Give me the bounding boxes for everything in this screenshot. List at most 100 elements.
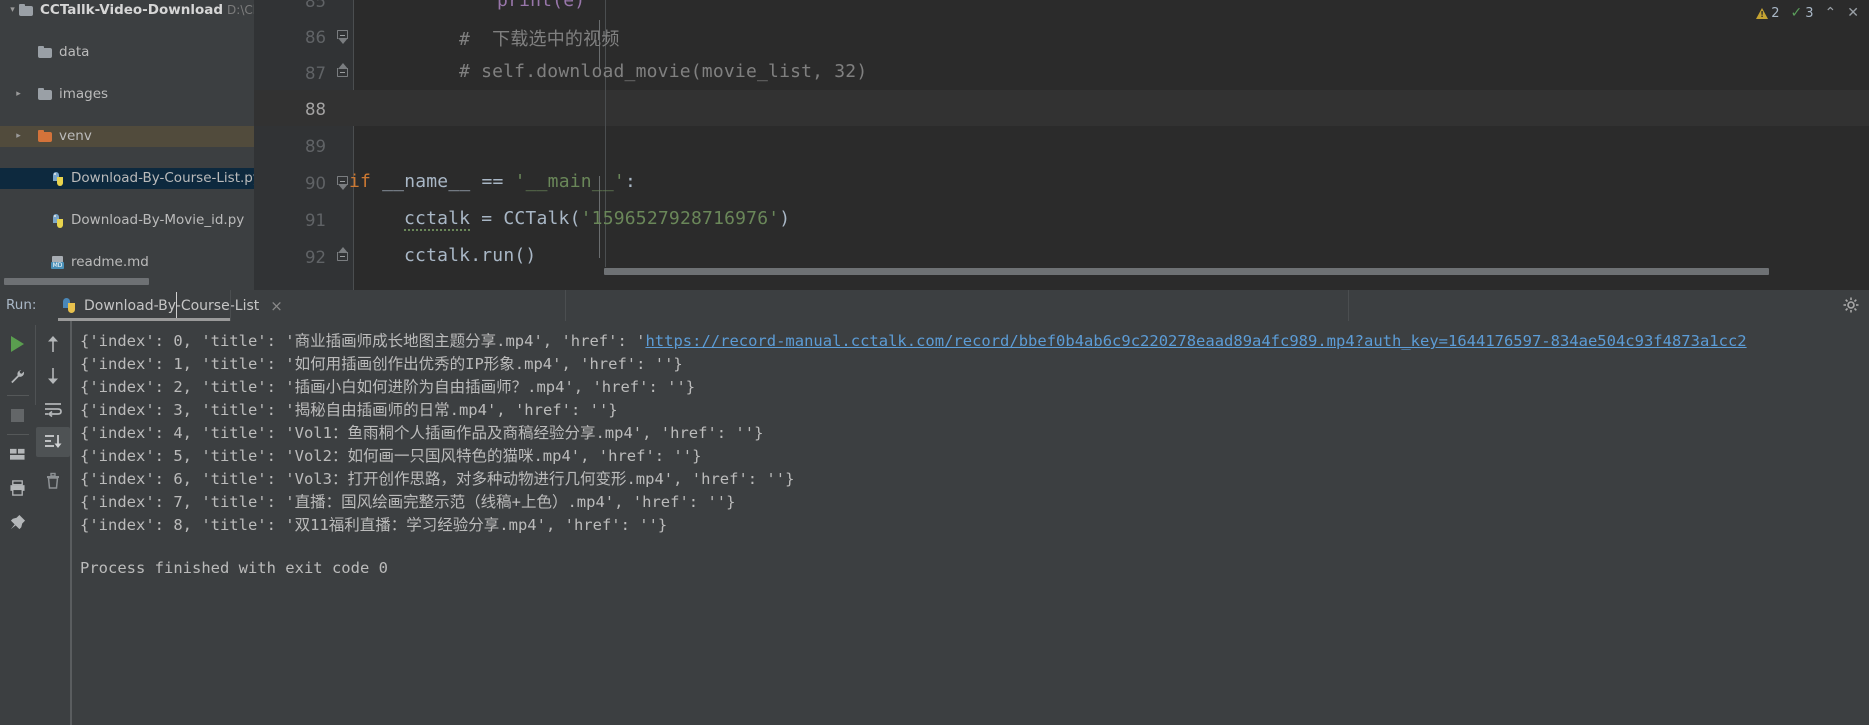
project-tree-hscrollbar[interactable] — [4, 278, 149, 285]
console-line-0[interactable]: {'index': 0, 'title': '商业插画师成长地图主题分享.mp4… — [80, 329, 1747, 351]
console-link[interactable]: https://record-manual.cctalk.com/record/… — [645, 332, 1746, 350]
console-line-text: {'index': 0, 'title': '商业插画师成长地图主题分享.mp4… — [80, 332, 646, 350]
close-icon[interactable]: × — [270, 297, 283, 315]
code-line-87[interactable]: # self.download_movie(movie_list, 32) — [459, 61, 867, 82]
folder-icon — [38, 88, 54, 101]
line-number: 85 — [305, 0, 326, 11]
run-toolbar-column-left[interactable] — [0, 321, 36, 537]
python-file-icon — [50, 171, 66, 186]
toolbar-separator — [7, 395, 29, 396]
tree-item-project-root[interactable]: ▾ CCTallk-Video-Download D:\Cha — [0, 0, 254, 21]
console-line-process-finished[interactable]: Process finished with exit code 0 — [80, 559, 388, 577]
python-file-icon — [50, 213, 66, 228]
tree-item-path: D:\Cha — [227, 3, 254, 17]
chevron-up-icon[interactable]: ⌃ — [1825, 5, 1837, 21]
line-number-current: 88 — [305, 100, 326, 119]
gear-icon[interactable] — [1842, 296, 1860, 314]
console-line-1[interactable]: {'index': 1, 'title': '如何用插画创作出优秀的IP形象.m… — [80, 352, 683, 374]
fold-marker[interactable] — [336, 30, 350, 44]
tree-item-label: data — [59, 44, 90, 60]
up-stack-button[interactable] — [36, 329, 70, 359]
code-line-91[interactable]: cctalk = CCTalk('1596527928716976') — [404, 208, 790, 231]
console-line-8[interactable]: {'index': 8, 'title': '双11福利直播：学习经验分享.mp… — [80, 513, 667, 535]
fold-marker[interactable] — [336, 247, 350, 262]
run-tool-window[interactable]: Run: Download-By-Course-List × {'index':… — [0, 290, 1869, 725]
run-toolbar[interactable] — [0, 321, 70, 725]
clear-all-button[interactable] — [36, 465, 70, 495]
layout-button[interactable] — [0, 439, 34, 469]
tree-item-download-by-movie-id[interactable]: Download-By-Movie_id.py — [0, 210, 254, 231]
inspection-warnings[interactable]: 2 — [1756, 5, 1780, 21]
down-stack-button[interactable] — [36, 361, 70, 391]
tree-item-images[interactable]: ▸ images — [0, 84, 254, 105]
code-token-hash: # — [459, 29, 471, 50]
code-line-85[interactable]: print(e) — [497, 0, 585, 11]
run-tool-window-header: Run: Download-By-Course-List × — [0, 290, 1869, 321]
close-icon[interactable]: ✕ — [1847, 5, 1859, 21]
wrench-icon — [10, 369, 24, 383]
play-icon — [10, 336, 24, 352]
run-label: Run: — [6, 297, 37, 313]
tree-item-venv[interactable]: ▸ venv — [0, 126, 254, 147]
console-line-text: {'index': 5, 'title': 'Vol2：如何画一只国风特色的猫咪… — [80, 447, 702, 465]
code-line-86[interactable]: # 下载选中的视频 — [459, 25, 620, 51]
editor-hscrollbar[interactable] — [604, 268, 1769, 275]
fold-marker[interactable] — [336, 63, 350, 78]
tree-item-download-by-course-list[interactable]: Download-By-Course-List.py — [0, 168, 254, 189]
gutter-separator — [353, 0, 354, 290]
fold-marker[interactable] — [336, 176, 350, 190]
inspection-widget[interactable]: 2 ✓ 3 ⌃ ✕ — [1756, 4, 1859, 22]
trash-icon — [47, 472, 59, 489]
header-separator — [230, 290, 231, 321]
chevron-down-icon[interactable]: ▾ — [6, 0, 19, 21]
code-line-90[interactable]: if __name__ == '__main__': — [349, 171, 636, 192]
tree-item-data[interactable]: data — [0, 42, 254, 63]
rerun-button[interactable] — [0, 329, 34, 359]
project-tool-window[interactable]: ▾ CCTallk-Video-Download D:\Cha data ▸ i… — [0, 0, 254, 290]
inspection-warning-count: 2 — [1771, 5, 1780, 21]
chevron-right-icon[interactable]: ▸ — [12, 84, 25, 105]
soft-wrap-button[interactable] — [36, 394, 70, 424]
console-line-7[interactable]: {'index': 7, 'title': '直播：国风绘画完整示范（线稿+上色… — [80, 490, 735, 512]
scroll-to-end-button[interactable] — [36, 427, 70, 457]
layout-icon — [9, 448, 25, 460]
console-line-5[interactable]: {'index': 5, 'title': 'Vol2：如何画一只国风特色的猫咪… — [80, 444, 701, 466]
console-line-text: {'index': 7, 'title': '直播：国风绘画完整示范（线稿+上色… — [80, 493, 736, 511]
tree-item-label: readme.md — [71, 254, 149, 270]
wrap-text-icon — [45, 402, 62, 417]
toolbar-separator — [7, 434, 29, 435]
run-tab-download-by-course-list[interactable]: Download-By-Course-List × — [55, 290, 291, 321]
tab-caret — [176, 292, 177, 318]
chevron-right-icon[interactable]: ▸ — [12, 126, 25, 147]
current-line-highlight — [254, 90, 1869, 126]
code-token-string-main: '__main__' — [514, 171, 625, 192]
inspection-ok[interactable]: ✓ 3 — [1791, 6, 1814, 21]
tree-item-label: Download-By-Movie_id.py — [71, 212, 245, 228]
run-console-output[interactable]: {'index': 0, 'title': '商业插画师成长地图主题分享.mp4… — [70, 321, 1869, 725]
print-button[interactable] — [0, 473, 34, 503]
python-icon — [61, 298, 77, 313]
console-line-text: {'index': 2, 'title': '插画小白如何进阶为自由插画师？.m… — [80, 378, 696, 396]
console-line-6[interactable]: {'index': 6, 'title': 'Vol3：打开创作思路，对多种动物… — [80, 467, 794, 489]
code-editor[interactable]: 85 print(e) 86 # 下载选中的视频 87 # self.downl… — [254, 0, 1869, 290]
ide-top-area: ▾ CCTallk-Video-Download D:\Cha data ▸ i… — [0, 0, 1869, 290]
edit-configuration-button[interactable] — [0, 361, 34, 391]
code-token-name: __name__ == — [371, 171, 515, 192]
header-separator — [565, 290, 566, 321]
console-line-2[interactable]: {'index': 2, 'title': '插画小白如何进阶为自由插画师？.m… — [80, 375, 695, 397]
run-tab-label: Download-By-Course-List — [84, 297, 260, 314]
console-line-4[interactable]: {'index': 4, 'title': 'Vol1：鱼雨桐个人插画作品及商稿… — [80, 421, 763, 443]
code-line-92[interactable]: cctalk.run() — [404, 245, 536, 266]
console-line-text: {'index': 8, 'title': '双11福利直播：学习经验分享.mp… — [80, 516, 668, 534]
code-token-var-cctalk: cctalk — [404, 208, 471, 231]
stop-button[interactable] — [0, 400, 34, 430]
tree-item-label: Download-By-Course-List.py — [71, 170, 254, 186]
console-line-3[interactable]: {'index': 3, 'title': '揭秘自由插画师的日常.mp4', … — [80, 398, 618, 420]
inspection-ok-count: 3 — [1805, 5, 1814, 21]
pin-tab-button[interactable] — [0, 507, 34, 537]
folder-icon — [38, 46, 54, 59]
tree-item-label: CCTallk-Video-Download — [40, 2, 224, 18]
run-toolbar-column-right[interactable] — [36, 321, 70, 495]
pin-icon — [10, 514, 25, 529]
tree-item-readme[interactable]: MD readme.md — [0, 252, 254, 273]
